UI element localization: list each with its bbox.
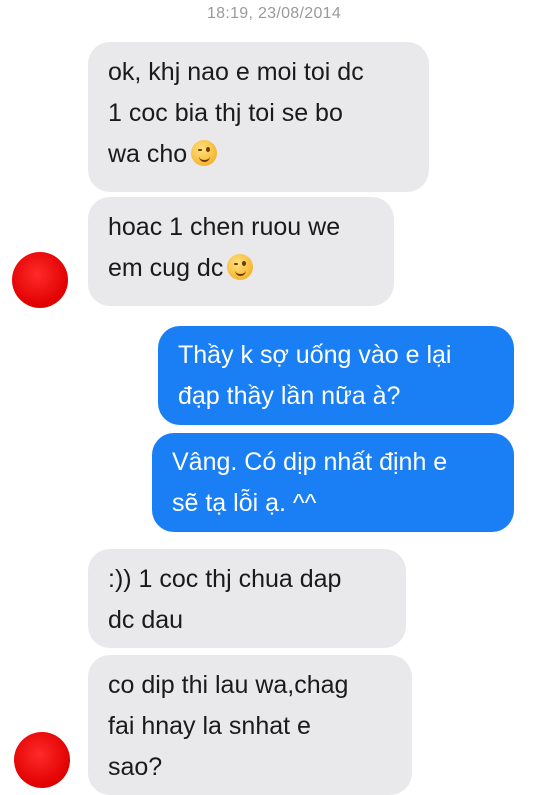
- message-timestamp: 18:19, 23/08/2014: [206, 5, 342, 22]
- message-text-line: :)) 1 coc thj chua dap: [108, 565, 342, 593]
- winking-face-icon: [227, 254, 254, 280]
- incoming-message-bubble[interactable]: :)) 1 coc thj chua dap dc dau: [88, 549, 406, 648]
- message-text-line: Thầy k sợ uống vào e lại: [178, 341, 452, 369]
- message-text-line: co dip thi lau wa,chag: [108, 671, 349, 699]
- message-text-line: dc dau: [108, 606, 184, 634]
- outgoing-message-bubble[interactable]: Thầy k sợ uống vào e lại đạp thầy lần nữ…: [158, 326, 514, 425]
- incoming-message-bubble[interactable]: co dip thi lau wa,chag fai hnay la snhat…: [88, 655, 412, 795]
- message-text-line: đạp thầy lần nữa à?: [178, 382, 401, 410]
- message-text-line: sẽ tạ lỗi ạ. ^^: [172, 489, 317, 517]
- redacted-avatar: [14, 732, 70, 788]
- incoming-message-bubble[interactable]: ok, khj nao e moi toi dc 1 coc bia thj t…: [88, 42, 429, 192]
- winking-face-icon: [191, 140, 218, 166]
- message-text-line: fai hnay la snhat e: [108, 712, 311, 740]
- message-text-line: Vâng. Có dịp nhất định e: [172, 448, 448, 476]
- message-text-line: hoac 1 chen ruou we: [108, 213, 341, 241]
- message-text-line: ok, khj nao e moi toi dc: [108, 58, 364, 86]
- redacted-avatar: [12, 252, 68, 308]
- outgoing-message-bubble[interactable]: Vâng. Có dịp nhất định e sẽ tạ lỗi ạ. ^^: [152, 433, 514, 532]
- message-text-line: em cug dc: [108, 254, 224, 282]
- message-text-line: 1 coc bia thj toi se bo: [108, 99, 343, 127]
- message-text-line: wa cho: [108, 140, 188, 168]
- incoming-message-bubble[interactable]: hoac 1 chen ruou we em cug dc: [88, 197, 394, 306]
